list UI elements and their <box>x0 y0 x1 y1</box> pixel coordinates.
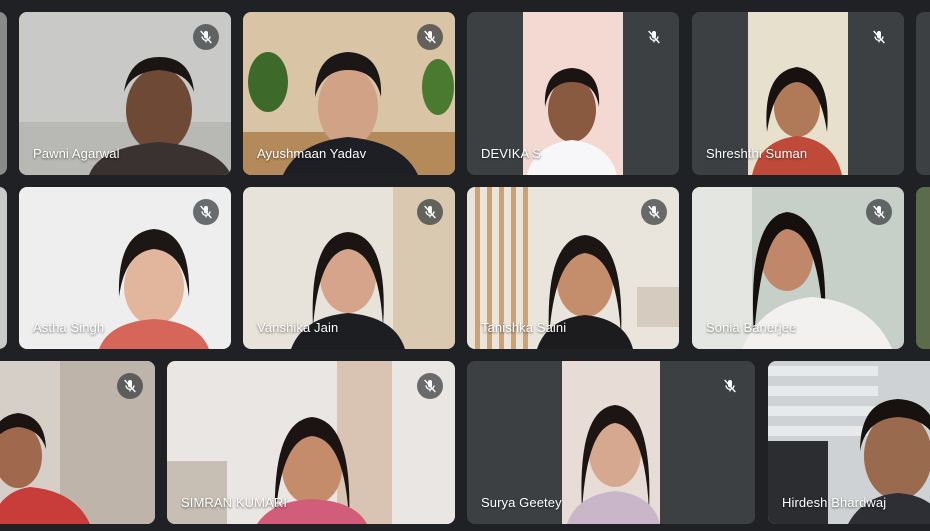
participant-tile[interactable]: DEVIKA S <box>467 12 679 175</box>
participant-tile[interactable]: Pawni Agarwal <box>19 12 231 175</box>
mic-off-icon <box>866 199 892 225</box>
participant-tile[interactable]: Tanishka Saini <box>467 187 679 349</box>
participant-name: Sonia Banerjee <box>706 320 797 335</box>
participant-name: Hirdesh Bhardwaj <box>782 495 887 510</box>
participant-name: DEVIKA S <box>481 146 542 161</box>
participant-name: Tanishka Saini <box>481 320 567 335</box>
participant-tile[interactable]: Vanshika Jain <box>243 187 455 349</box>
mic-off-icon <box>117 373 143 399</box>
partial-tile-right-row1 <box>916 12 930 175</box>
participant-tile[interactable]: Sonia Banerjee <box>692 187 904 349</box>
participant-tile[interactable]: Hirdesh Bhardwaj <box>768 361 930 524</box>
participant-tile[interactable]: Surya Geetey <box>467 361 755 524</box>
mic-off-icon <box>417 24 443 50</box>
participant-name: Ayushmaan Yadav <box>257 146 367 161</box>
participant-name: Vanshika Jain <box>257 320 339 335</box>
participant-tile[interactable]: SIMRAN KUMARI <box>167 361 455 524</box>
participant-name: Astha Singh <box>33 320 105 335</box>
mic-off-icon <box>866 24 892 50</box>
participant-name: SIMRAN KUMARI <box>181 495 288 510</box>
participant-name: Surya Geetey <box>481 495 562 510</box>
partial-tile-right-row2 <box>916 187 930 349</box>
mic-off-icon <box>641 24 667 50</box>
participant-name: Pawni Agarwal <box>33 146 120 161</box>
partial-tile-left-row2 <box>0 187 7 349</box>
mic-off-icon <box>193 24 219 50</box>
mic-off-icon <box>641 199 667 225</box>
participant-tile[interactable]: Ayushmaan Yadav <box>243 12 455 175</box>
mic-off-icon <box>717 373 743 399</box>
participant-tile[interactable] <box>0 361 155 524</box>
participant-name: Shreshthi Suman <box>706 146 808 161</box>
partial-tile-left-row1 <box>0 12 7 175</box>
mic-off-icon <box>193 199 219 225</box>
participant-tile[interactable]: Shreshthi Suman <box>692 12 904 175</box>
mic-off-icon <box>417 373 443 399</box>
participant-tile[interactable]: Astha Singh <box>19 187 231 349</box>
mic-off-icon <box>417 199 443 225</box>
